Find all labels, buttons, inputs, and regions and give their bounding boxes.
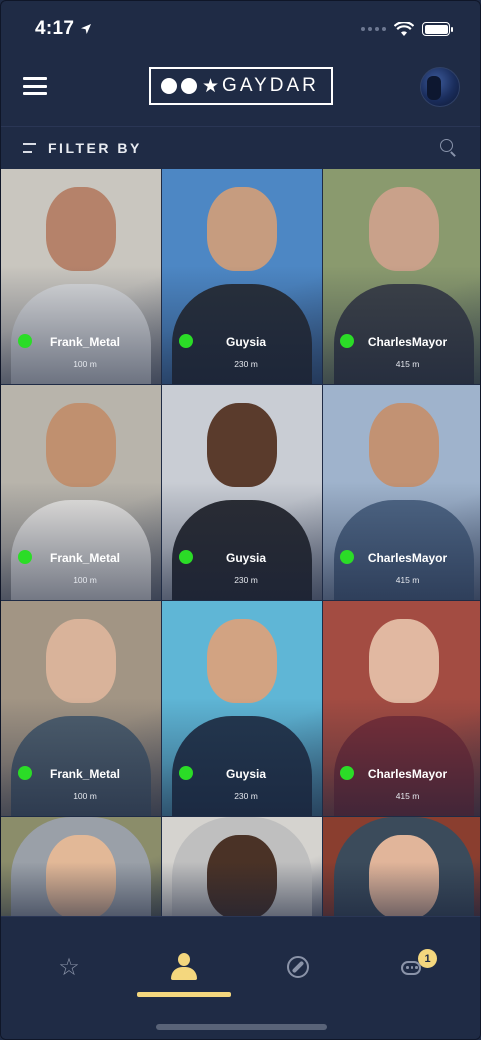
profile-card[interactable]: Guysia 230 m xyxy=(162,169,322,384)
profile-distance: 415 m xyxy=(395,575,420,585)
profile-distance: 415 m xyxy=(395,791,420,801)
logo-text: GAYDAR xyxy=(222,75,319,96)
profile-card[interactable]: Frank_Metal 100 m xyxy=(1,385,161,600)
profile-name: Guysia xyxy=(225,335,267,349)
search-icon[interactable] xyxy=(440,138,458,157)
profile-grid: Frank_Metal 100 m Guysia 230 m CharlesMayor 4… xyxy=(1,169,480,1032)
active-tab-indicator xyxy=(137,992,231,997)
chat-icon: 1 xyxy=(401,949,437,977)
profile-card[interactable]: Frank_Metal 100 m xyxy=(1,169,161,384)
profile-name: Guysia xyxy=(225,551,267,565)
tab-bar: ☆ 1 xyxy=(1,916,480,1039)
logo-star-icon: ★ xyxy=(202,75,220,97)
profile-distance: 230 m xyxy=(234,359,258,369)
tab-messages[interactable]: 1 xyxy=(393,947,437,987)
filter-bar: FILTER BY xyxy=(1,126,480,168)
battery-icon xyxy=(422,22,453,36)
profile-distance: 230 m xyxy=(234,575,258,585)
profile-distance: 100 m xyxy=(73,791,97,801)
location-arrow-icon xyxy=(81,24,92,34)
app-screen: 4:17 ★ GAYDAR FILTER BY Frank_Metal100 xyxy=(0,0,481,1040)
chat-badge: 1 xyxy=(418,949,437,968)
app-header: ★ GAYDAR xyxy=(1,57,480,115)
profile-name: Guysia xyxy=(225,767,267,781)
profile-card[interactable] xyxy=(162,817,322,917)
profile-card[interactable] xyxy=(323,817,480,917)
profile-name: Frank_Metal xyxy=(49,551,121,565)
home-indicator xyxy=(156,1024,327,1030)
profile-card[interactable]: Guysia 230 m xyxy=(162,601,322,816)
profile-card[interactable] xyxy=(1,817,161,917)
compass-icon xyxy=(287,956,309,978)
profile-name: Frank_Metal xyxy=(49,767,121,781)
app-logo: ★ GAYDAR xyxy=(149,67,333,105)
status-time: 4:17 xyxy=(35,18,75,39)
status-bar: 4:17 xyxy=(1,1,480,57)
signal-icon xyxy=(361,27,386,31)
status-indicators xyxy=(361,21,453,37)
tab-explore[interactable] xyxy=(278,947,318,987)
profile-distance: 100 m xyxy=(73,359,97,369)
profile-distance: 415 m xyxy=(395,359,420,369)
profile-distance: 230 m xyxy=(234,791,258,801)
profile-distance: 100 m xyxy=(73,575,97,585)
filter-icon[interactable] xyxy=(23,142,36,153)
profile-card[interactable]: CharlesMayor 415 m xyxy=(323,601,480,816)
menu-icon[interactable] xyxy=(23,77,47,95)
profile-card[interactable]: CharlesMayor 415 m xyxy=(323,169,480,384)
user-avatar[interactable] xyxy=(420,67,460,107)
filter-label[interactable]: FILTER BY xyxy=(48,140,142,156)
wifi-icon xyxy=(394,21,414,36)
logo-dot-icon xyxy=(181,78,197,94)
profile-name: Frank_Metal xyxy=(49,335,121,349)
tab-favorites[interactable]: ☆ xyxy=(49,947,89,987)
tab-people[interactable] xyxy=(164,947,204,987)
profile-name: CharlesMayor xyxy=(367,551,448,565)
profile-card[interactable]: CharlesMayor 415 m xyxy=(323,385,480,600)
profile-name: CharlesMayor xyxy=(367,767,448,781)
profile-card[interactable]: Frank_Metal 100 m xyxy=(1,601,161,816)
profile-card[interactable]: Guysia 230 m xyxy=(162,385,322,600)
profile-name: CharlesMayor xyxy=(367,335,448,349)
star-icon: ☆ xyxy=(58,953,80,981)
person-icon xyxy=(171,953,197,981)
logo-dot-icon xyxy=(161,78,177,94)
